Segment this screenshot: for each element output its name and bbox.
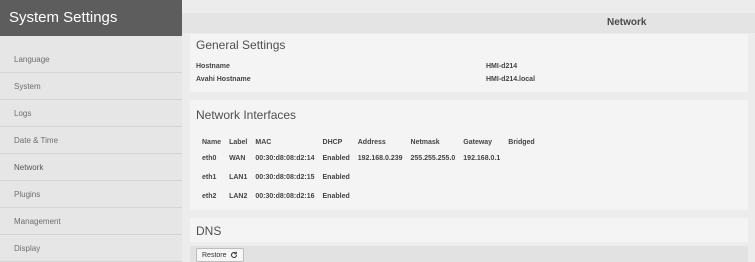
cell-netmask <box>407 168 460 187</box>
sidebar-item-logs[interactable]: Logs <box>0 100 182 127</box>
cell-mac: 00:30:d8:08:d2:16 <box>255 193 315 200</box>
cell-address <box>354 168 407 187</box>
cell-dhcp: Enabled <box>322 174 350 181</box>
interfaces-header-row: Name Label MAC DHCP Address Netmask Gate… <box>198 136 539 149</box>
column-header-dhcp: DHCP <box>322 139 343 146</box>
restore-button-label: Restore <box>202 251 227 259</box>
dns-heading: DNS <box>196 224 222 238</box>
app-title: System Settings <box>0 0 182 36</box>
hostname-label: Hostname <box>196 63 230 70</box>
page-title: Network <box>607 17 647 28</box>
cell-name: eth0 <box>202 155 217 162</box>
general-settings-heading: General Settings <box>196 38 286 52</box>
cell-address <box>354 187 407 206</box>
cell-dhcp: Enabled <box>322 155 350 162</box>
cell-gateway <box>459 168 504 187</box>
sidebar-item-language[interactable]: Language <box>0 46 182 73</box>
sidebar-item-network[interactable]: Network <box>0 154 182 181</box>
cell-label: LAN1 <box>229 174 248 181</box>
sidebar: System Settings Language System Logs Dat… <box>0 0 183 262</box>
column-header-label: Label <box>229 139 248 146</box>
dns-section: DNS <box>190 218 748 242</box>
sidebar-item-display[interactable]: Display <box>0 235 182 262</box>
network-interfaces-section: Network Interfaces Name Label MAC DHCP A… <box>190 100 748 210</box>
cell-mac: 00:30:d8:08:d2:14 <box>255 155 315 162</box>
main-panel: Network General Settings Hostname HMI-d2… <box>182 0 755 262</box>
general-settings-section: General Settings Hostname HMI-d214 Avahi… <box>190 34 748 92</box>
cell-label: LAN2 <box>229 193 248 200</box>
interfaces-table: Name Label MAC DHCP Address Netmask Gate… <box>198 136 539 206</box>
footer-bar: Restore <box>190 246 748 262</box>
cell-gateway: 192.168.0.1 <box>463 155 501 162</box>
sidebar-item-management[interactable]: Management <box>0 208 182 235</box>
refresh-icon <box>230 251 237 258</box>
sidebar-item-system[interactable]: System <box>0 73 182 100</box>
restore-button[interactable]: Restore <box>196 248 244 262</box>
cell-name: eth2 <box>202 193 217 200</box>
avahi-hostname-value[interactable]: HMI-d214.local <box>486 76 535 83</box>
cell-netmask: 255.255.255.0 <box>410 155 456 162</box>
cell-gateway <box>459 187 504 206</box>
column-header-name: Name <box>202 139 222 146</box>
cell-bridged <box>504 187 538 206</box>
cell-bridged <box>504 168 538 187</box>
column-header-mac: MAC <box>255 139 272 146</box>
cell-netmask <box>407 187 460 206</box>
column-header-address: Address <box>357 139 386 146</box>
table-row[interactable]: eth1 LAN1 00:30:d8:08:d2:15 Enabled <box>198 168 539 187</box>
sidebar-item-plugins[interactable]: Plugins <box>0 181 182 208</box>
cell-mac: 00:30:d8:08:d2:15 <box>255 174 315 181</box>
column-header-gateway: Gateway <box>463 139 493 146</box>
sidebar-item-date-time[interactable]: Date & Time <box>0 127 182 154</box>
cell-address: 192.168.0.239 <box>357 155 403 162</box>
page-header: Network <box>182 13 755 33</box>
table-row[interactable]: eth2 LAN2 00:30:d8:08:d2:16 Enabled <box>198 187 539 206</box>
cell-bridged <box>504 149 538 168</box>
column-header-bridged: Bridged <box>508 139 535 146</box>
cell-dhcp: Enabled <box>322 193 350 200</box>
hostname-value[interactable]: HMI-d214 <box>486 63 517 70</box>
avahi-hostname-label: Avahi Hostname <box>196 76 251 83</box>
cell-label: WAN <box>229 155 246 162</box>
network-interfaces-heading: Network Interfaces <box>196 108 297 122</box>
table-row[interactable]: eth0 WAN 00:30:d8:08:d2:14 Enabled 192.1… <box>198 149 539 168</box>
column-header-netmask: Netmask <box>410 139 440 146</box>
cell-name: eth1 <box>202 174 217 181</box>
